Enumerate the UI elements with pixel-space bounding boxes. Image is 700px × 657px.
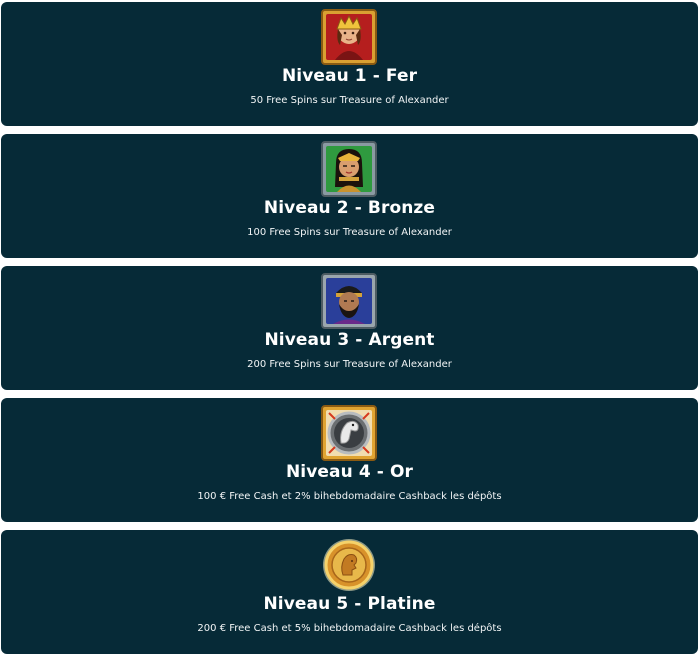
king-portrait-icon	[321, 9, 377, 65]
level-card-5: Niveau 5 - Platine 200 € Free Cash et 5%…	[1, 530, 698, 654]
level-card-1: Niveau 1 - Fer 50 Free Spins sur Treasur…	[1, 2, 698, 126]
warrior-portrait-icon	[321, 273, 377, 329]
level-title: Niveau 2 - Bronze	[263, 198, 436, 218]
level-description: 100 € Free Cash et 2% bihebdomadaire Cas…	[197, 491, 502, 502]
queen-portrait-icon	[321, 141, 377, 197]
level-title: Niveau 4 - Or	[285, 462, 413, 482]
level-title: Niveau 3 - Argent	[264, 330, 435, 350]
level-title: Niveau 5 - Platine	[263, 594, 436, 614]
level-title: Niveau 1 - Fer	[281, 66, 418, 86]
gold-coin-icon	[321, 537, 377, 593]
level-description: 200 Free Spins sur Treasure of Alexander	[247, 359, 452, 370]
level-card-3: Niveau 3 - Argent 200 Free Spins sur Tre…	[1, 266, 698, 390]
level-card-2: Niveau 2 - Bronze 100 Free Spins sur Tre…	[1, 134, 698, 258]
level-description: 200 € Free Cash et 5% bihebdomadaire Cas…	[197, 623, 502, 634]
level-description: 100 Free Spins sur Treasure of Alexander	[247, 227, 452, 238]
level-description: 50 Free Spins sur Treasure of Alexander	[250, 95, 449, 106]
loyalty-levels-list: Niveau 1 - Fer 50 Free Spins sur Treasur…	[0, 0, 700, 657]
horse-head-icon	[321, 405, 377, 461]
level-card-4: Niveau 4 - Or 100 € Free Cash et 2% bihe…	[1, 398, 698, 522]
